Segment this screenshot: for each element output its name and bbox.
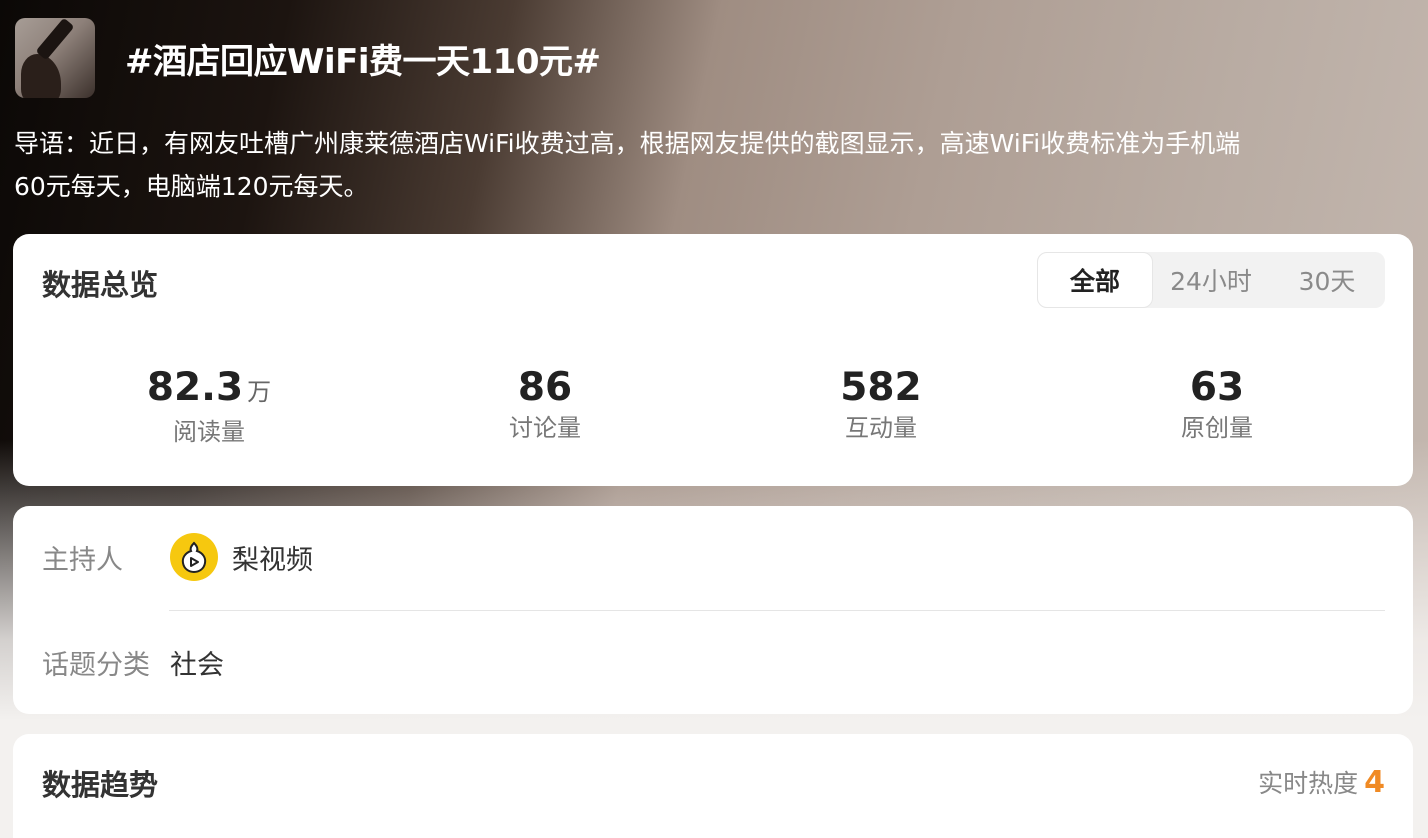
stat-value: 63: [1049, 364, 1385, 412]
overview-card: 数据总览 全部 24小时 30天 82.3 万 阅读量 86 讨论量 582 互动…: [13, 234, 1413, 486]
category-value: 社会: [170, 650, 224, 681]
trend-title: 数据趋势: [42, 768, 159, 802]
intro-line-1: 导语：近日，有网友吐槽广州康莱德酒店WiFi收费过高，根据网友提供的截图显示，高…: [14, 129, 1241, 158]
overview-title: 数据总览: [42, 268, 159, 302]
tab-30d[interactable]: 30天: [1269, 252, 1385, 308]
stat-number: 86: [517, 365, 573, 410]
heat-label: 实时热度: [1258, 769, 1359, 798]
stat-value: 86: [377, 364, 713, 412]
category-label: 话题分类: [42, 650, 150, 681]
time-range-tabs: 全部 24小时 30天: [1037, 252, 1385, 308]
hand-shape: [21, 54, 61, 98]
topic-header: #酒店回应WiFi费一天110元#: [15, 18, 601, 98]
stat-label: 阅读量: [173, 418, 245, 446]
stat-value: 82.3 万: [41, 364, 377, 416]
stat-number: 582: [840, 365, 922, 410]
intro-line-2: 60元每天，电脑端120元每天。: [14, 172, 369, 201]
stat-value: 582: [713, 364, 1049, 412]
host-label: 主持人: [42, 544, 123, 576]
stats-row: 82.3 万 阅读量 86 讨论量 582 互动量 63 原创量: [13, 364, 1413, 448]
stat-label: 原创量: [1181, 414, 1253, 442]
tab-all[interactable]: 全部: [1037, 252, 1153, 308]
topic-title: #酒店回应WiFi费一天110元#: [125, 41, 601, 82]
category-row: 话题分类 社会: [42, 643, 224, 682]
topic-cover-image: [15, 18, 95, 98]
realtime-heat: 实时热度 4: [1258, 764, 1385, 800]
topic-info-card: 主持人 梨视频 话题分类 社会: [13, 506, 1413, 714]
stat-label: 讨论量: [509, 414, 581, 442]
stat-reads: 82.3 万 阅读量: [41, 364, 377, 448]
phone-shape: [35, 18, 75, 61]
stat-number: 82.3: [146, 365, 244, 410]
trend-card: 数据趋势 实时热度 4: [13, 734, 1413, 838]
host-name[interactable]: 梨视频: [232, 538, 313, 577]
stat-label: 互动量: [845, 414, 917, 442]
info-divider: [169, 610, 1385, 611]
stat-interactions: 582 互动量: [713, 364, 1049, 448]
heat-value: 4: [1364, 765, 1385, 800]
stat-originals: 63 原创量: [1049, 364, 1385, 448]
host-row: 主持人 梨视频: [42, 533, 313, 581]
stat-unit: 万: [247, 378, 272, 406]
stat-number: 63: [1189, 365, 1245, 410]
pear-video-logo-icon[interactable]: [170, 533, 218, 581]
stat-discussions: 86 讨论量: [377, 364, 713, 448]
tab-24h[interactable]: 24小时: [1153, 252, 1269, 308]
topic-intro: 导语：近日，有网友吐槽广州康莱德酒店WiFi收费过高，根据网友提供的截图显示，高…: [14, 122, 1404, 208]
